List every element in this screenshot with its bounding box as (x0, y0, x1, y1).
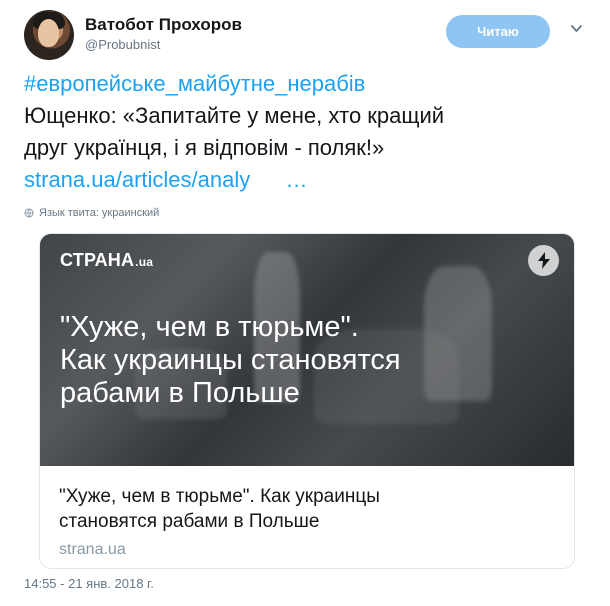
card-domain: strana.ua (59, 541, 126, 558)
hashtag-link[interactable]: #европейське_майбутне_нерабів (24, 68, 584, 100)
avatar-face (38, 19, 59, 47)
chevron-down-icon[interactable] (571, 25, 582, 33)
link-ellipsis[interactable]: … (285, 167, 307, 192)
card-title-line-1: "Хуже, чем в тюрьме". Как украинцы (59, 486, 380, 507)
follow-button[interactable]: Читаю (446, 15, 550, 48)
tweet-language: Язык твита: украинский (39, 207, 160, 219)
follow-button-label: Читаю (477, 24, 519, 39)
avatar[interactable] (24, 10, 74, 60)
card-headline: "Хуже, чем в тюрьме". Как украинцы стано… (60, 311, 480, 410)
globe-icon (24, 208, 34, 218)
link-card[interactable]: СТРАНА.ua "Хуже, чем в тюрьме". Как укра… (39, 233, 575, 569)
card-footer[interactable]: "Хуже, чем в тюрьме". Как украинцы стано… (40, 466, 574, 568)
article-link[interactable]: strana.ua/articles/analy (24, 167, 250, 192)
site-logo: СТРАНА.ua (60, 250, 153, 271)
username[interactable]: @Probubnist (85, 37, 160, 52)
lightning-icon (537, 252, 550, 269)
flash-badge[interactable] (528, 245, 559, 276)
card-title[interactable]: "Хуже, чем в тюрьме". Как украинцы стано… (59, 484, 549, 534)
tweet-line-2: друг українця, і я відповім - поляк!» (24, 135, 385, 160)
tweet-language-row: Язык твита: украинский (24, 207, 159, 219)
card-headline-line-3: рабами в Польше (60, 377, 300, 409)
card-headline-line-1: "Хуже, чем в тюрьме". (60, 311, 359, 343)
card-image[interactable]: СТРАНА.ua "Хуже, чем в тюрьме". Как укра… (40, 234, 574, 466)
timestamp[interactable]: 14:55 - 21 янв. 2018 г. (24, 576, 154, 591)
card-title-line-2: становятся рабами в Польше (59, 511, 320, 532)
tweet-text: #европейське_майбутне_нерабів Ющенко: «З… (24, 68, 584, 196)
card-headline-line-2: Как украинцы становятся (60, 344, 401, 376)
tweet-line-1: Ющенко: «Запитайте у мене, хто кращий (24, 103, 445, 128)
site-logo-main: СТРАНА (60, 250, 135, 270)
display-name[interactable]: Ватобот Прохоров (85, 15, 242, 35)
site-logo-suffix: .ua (135, 255, 154, 269)
